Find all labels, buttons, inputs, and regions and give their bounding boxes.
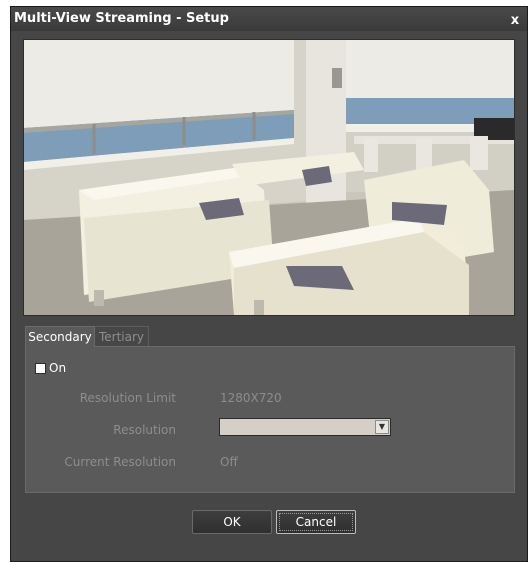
camera-preview-image — [24, 40, 514, 315]
setup-dialog: Multi-View Streaming - Setup x Secondary… — [10, 6, 528, 562]
checkbox-icon[interactable] — [35, 362, 46, 374]
tab-secondary[interactable]: Secondary — [25, 326, 95, 347]
resolution-select[interactable]: ▼ — [219, 418, 391, 436]
stream-settings-panel: Secondary Tertiary On Resolution Limit 1… — [23, 326, 515, 494]
focus-ring — [279, 513, 353, 531]
resolution-limit-label: Resolution Limit — [79, 391, 176, 405]
current-resolution-value: Off — [220, 455, 238, 469]
resolution-limit-value: 1280X720 — [220, 391, 282, 405]
window-title: Multi-View Streaming - Setup — [14, 11, 229, 26]
chevron-down-icon[interactable]: ▼ — [375, 420, 389, 434]
tab-tertiary[interactable]: Tertiary — [95, 326, 149, 347]
current-resolution-label: Current Resolution — [64, 455, 176, 469]
on-checkbox[interactable]: On — [35, 361, 66, 375]
close-icon[interactable]: x — [507, 13, 523, 29]
ok-button[interactable]: OK — [192, 510, 272, 534]
title-bar: Multi-View Streaming - Setup x — [11, 7, 527, 31]
camera-preview — [23, 39, 515, 316]
on-label: On — [49, 361, 67, 375]
cancel-button[interactable]: Cancel — [276, 510, 356, 534]
resolution-label: Resolution — [113, 423, 176, 437]
